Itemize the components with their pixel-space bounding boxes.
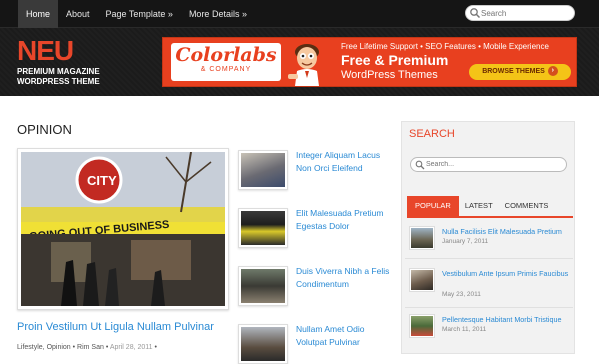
svg-text:CITY: CITY	[87, 173, 117, 188]
post-photo	[241, 211, 285, 245]
banner-line-2: Free & Premium	[341, 52, 449, 68]
featured-title-link[interactable]: Proin Vestilum Ut Ligula Nullam Pulvinar	[17, 321, 214, 333]
featured-author[interactable]: Rim San	[77, 344, 104, 351]
popular-date: May 23, 2011	[442, 291, 481, 298]
divider	[405, 307, 573, 308]
post-photo	[241, 327, 285, 361]
nav-about[interactable]: About	[58, 0, 98, 28]
sidebar-search-title: SEARCH	[409, 128, 455, 140]
search-icon	[415, 160, 425, 170]
post-title-link[interactable]: Duis Viverra Nibh a Felis Condimentum	[296, 265, 391, 291]
tab-comments[interactable]: COMMENTS	[499, 196, 555, 216]
post-thumbnail[interactable]	[238, 266, 288, 306]
featured-date: April 28, 2011	[109, 344, 153, 351]
popular-title-link[interactable]: Pellentesque Habitant Morbi Tristique	[442, 314, 572, 325]
site-logo[interactable]: NEU PREMIUM MAGAZINE WORDPRESS THEME	[17, 37, 157, 87]
mascot-illustration	[288, 44, 319, 86]
post-thumbnail[interactable]	[238, 324, 288, 364]
top-nav-bar: Home About Page Template » More Details …	[0, 0, 599, 28]
nav-home[interactable]: Home	[18, 0, 59, 28]
sidebar-search-input[interactable]	[426, 158, 561, 171]
logo-tagline-2: WORDPRESS THEME	[17, 77, 100, 86]
browse-themes-label: BROWSE THEMES	[482, 68, 545, 75]
meta-separator: •	[152, 344, 157, 351]
popular-date: January 7, 2011	[442, 238, 489, 245]
banner-line-1: Free Lifetime Support • SEO Features • M…	[341, 42, 549, 51]
post-title-link[interactable]: Elit Malesuada Pretium Egestas Dolor	[296, 207, 391, 233]
banner-line-3: WordPress Themes	[341, 69, 438, 81]
popular-thumbnail[interactable]	[409, 314, 435, 338]
main-menu: Home About Page Template » More Details …	[18, 0, 255, 28]
post-thumbnail[interactable]	[238, 208, 288, 248]
popular-photo	[411, 270, 433, 290]
post-photo	[241, 269, 285, 303]
nav-more-details[interactable]: More Details »	[181, 0, 255, 28]
arrow-right-icon: ›	[547, 66, 558, 77]
sidebar-tabs: POPULAR LATEST COMMENTS	[407, 196, 573, 218]
popular-photo	[411, 316, 433, 336]
colorlabs-logo: Colorlabs & COMPANY	[171, 43, 281, 81]
popular-title-link[interactable]: Nulla Facilisis Elit Malesuada Pretium	[442, 226, 572, 237]
popular-item: Vestibulum Ante Ipsum Primis Faucibus Ma…	[409, 268, 569, 304]
popular-thumbnail[interactable]	[409, 268, 435, 292]
banner-brand: Colorlabs	[175, 44, 277, 66]
ad-banner[interactable]: Colorlabs & COMPANY Free Lifetime Suppor…	[162, 37, 577, 87]
logo-tagline-1: PREMIUM MAGAZINE	[17, 67, 100, 76]
popular-item: Pellentesque Habitant Morbi Tristique Ma…	[409, 314, 569, 350]
post-thumbnail[interactable]	[238, 150, 288, 190]
section-title: OPINION	[17, 122, 72, 137]
sidebar-search-box[interactable]	[410, 157, 567, 172]
featured-meta: Lifestyle, Opinion • Rim San • April 28,…	[17, 344, 157, 351]
popular-thumbnail[interactable]	[409, 226, 435, 250]
post-title-link[interactable]: Integer Aliquam Lacus Non Orci Eleifend	[296, 149, 391, 175]
top-search-box[interactable]	[465, 5, 575, 21]
post-photo	[241, 153, 285, 187]
tab-popular[interactable]: POPULAR	[407, 196, 459, 216]
top-search-input[interactable]	[481, 6, 571, 20]
featured-image[interactable]: GOING OUT OF BUSINESS CITY	[17, 148, 229, 310]
popular-photo	[411, 228, 433, 248]
popular-title-link[interactable]: Vestibulum Ante Ipsum Primis Faucibus	[442, 268, 572, 279]
browse-themes-button[interactable]: BROWSE THEMES ›	[469, 64, 571, 80]
divider	[405, 258, 573, 259]
nav-page-template[interactable]: Page Template »	[98, 0, 181, 28]
logo-title: NEU	[17, 35, 74, 66]
post-title-link[interactable]: Nullam Amet Odio Volutpat Pulvinar	[296, 323, 391, 349]
popular-date: March 11, 2011	[442, 326, 487, 333]
tab-latest[interactable]: LATEST	[459, 196, 499, 216]
popular-item: Nulla Facilisis Elit Malesuada Pretium J…	[409, 226, 569, 262]
featured-categories[interactable]: Lifestyle, Opinion	[17, 344, 71, 351]
search-icon	[470, 8, 481, 19]
featured-photo: GOING OUT OF BUSINESS CITY	[21, 152, 225, 306]
banner-brand-sub: & COMPANY	[200, 66, 252, 73]
